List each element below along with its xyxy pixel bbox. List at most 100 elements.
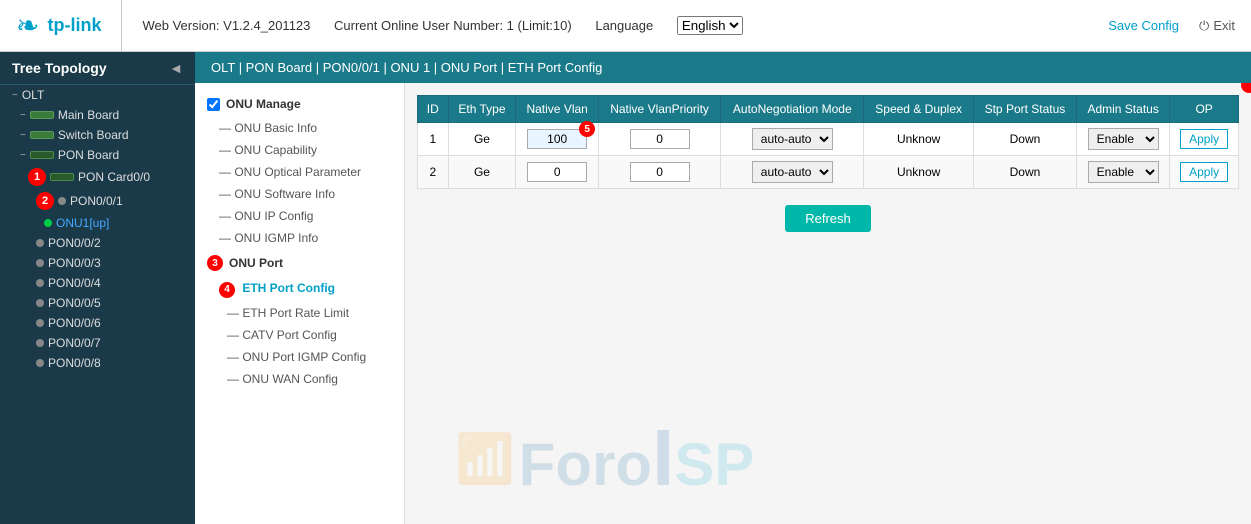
cell-eth-type-1: Ge [448, 123, 516, 156]
sidebar-item-poncard[interactable]: 1 PON Card0/0 [0, 165, 195, 189]
native-vlan-input-2[interactable] [527, 162, 587, 182]
dot-icon [36, 259, 44, 267]
nav-item-onu-capability[interactable]: — ONU Capability [195, 139, 404, 161]
expand-icon: − [20, 150, 26, 161]
nav-item-onu-ip[interactable]: — ONU IP Config [195, 205, 404, 227]
sidebar-title: Tree Topology ◄ [0, 52, 195, 85]
left-nav: ONU Manage — ONU Basic Info — ONU Capabi… [195, 83, 405, 524]
dot-icon [36, 339, 44, 347]
cell-op-2: Apply [1170, 156, 1239, 189]
col-id: ID [418, 96, 449, 123]
sidebar-item-mainboard[interactable]: − Main Board [0, 105, 195, 125]
sidebar-item-pon001[interactable]: 2 PON0/0/1 [0, 189, 195, 213]
native-vlan-input-1[interactable] [527, 129, 587, 149]
save-config-link[interactable]: Save Config [1108, 18, 1179, 33]
sidebar-item-pon007[interactable]: PON0/0/7 [0, 333, 195, 353]
language-select[interactable]: English [677, 16, 743, 35]
col-eth-type: Eth Type [448, 96, 516, 123]
main-layout: Tree Topology ◄ − OLT − Main Board − Swi… [0, 52, 1251, 524]
cell-stp-2: Down [973, 156, 1076, 189]
nav-item-onu-wan[interactable]: — ONU WAN Config [195, 368, 404, 390]
sidebar-item-pon003[interactable]: PON0/0/3 [0, 253, 195, 273]
badge-3: 3 [207, 255, 223, 271]
sidebar-item-pon008[interactable]: PON0/0/8 [0, 353, 195, 373]
logo-area: ❧ tp-link [16, 0, 122, 51]
nav-section-onu-manage: ONU Manage — ONU Basic Info — ONU Capabi… [195, 91, 404, 249]
nav-item-onu-igmp[interactable]: — ONU IGMP Info [195, 227, 404, 249]
col-admin-status: Admin Status [1077, 96, 1170, 123]
eth-port-table: ID Eth Type Native Vlan Native VlanPrior… [417, 95, 1239, 189]
admin-select-1[interactable]: Enable Disable [1088, 128, 1159, 150]
nav-section-header-onu-manage[interactable]: ONU Manage [195, 91, 404, 117]
apply-button-1[interactable]: Apply [1180, 129, 1228, 149]
cell-native-vlan-1: 5 [516, 123, 599, 156]
cell-id-1: 1 [418, 123, 449, 156]
col-native-vlan: Native Vlan [516, 96, 599, 123]
expand-icon: − [20, 130, 26, 141]
board-icon [30, 111, 54, 119]
cell-native-vlan-2 [516, 156, 599, 189]
dot-icon [36, 299, 44, 307]
auto-neg-select-1[interactable]: auto-auto 100-full 100-half 10-full 10-h… [752, 128, 833, 150]
nav-item-eth-port-config[interactable]: 4 ETH Port Config [195, 277, 404, 302]
nav-section-onu-port: 3 ONU Port 4 ETH Port Config — ETH Port … [195, 249, 404, 390]
dot-icon [36, 359, 44, 367]
sidebar-toggle-icon[interactable]: ◄ [169, 60, 183, 76]
sidebar: Tree Topology ◄ − OLT − Main Board − Swi… [0, 52, 195, 524]
cell-auto-neg-2: auto-auto 100-full 100-half 10-full 10-h… [721, 156, 864, 189]
sidebar-item-pon005[interactable]: PON0/0/5 [0, 293, 195, 313]
cell-admin-2: Enable Disable [1077, 156, 1170, 189]
nav-item-onu-software[interactable]: — ONU Software Info [195, 183, 404, 205]
col-native-vlan-priority: Native VlanPriority [599, 96, 721, 123]
cell-auto-neg-1: auto-auto 100-full 100-half 10-full 10-h… [721, 123, 864, 156]
cell-speed-1: Unknow [864, 123, 973, 156]
vlan-priority-input-1[interactable] [630, 129, 690, 149]
online-user: Current Online User Number: 1 (Limit:10) [334, 18, 572, 33]
sidebar-item-ponboard[interactable]: − PON Board [0, 145, 195, 165]
pon-board-icon [30, 151, 54, 159]
auto-neg-select-2[interactable]: auto-auto 100-full 100-half 10-full 10-h… [752, 161, 833, 183]
nav-section-checkbox[interactable] [207, 98, 220, 111]
sidebar-item-pon004[interactable]: PON0/0/4 [0, 273, 195, 293]
nav-item-catv-port[interactable]: — CATV Port Config [195, 324, 404, 346]
sidebar-item-pon002[interactable]: PON0/0/2 [0, 233, 195, 253]
dot-green-icon [44, 219, 52, 227]
dot-icon [36, 319, 44, 327]
sidebar-item-switchboard[interactable]: − Switch Board [0, 125, 195, 145]
refresh-button[interactable]: Refresh [785, 205, 871, 232]
pon-card-icon [50, 173, 74, 181]
sidebar-item-onu1[interactable]: ONU1[up] [0, 213, 195, 233]
exit-button[interactable]: ⏻ Exit [1199, 18, 1235, 34]
cell-id-2: 2 [418, 156, 449, 189]
dot-icon [36, 279, 44, 287]
cell-vlan-priority-1 [599, 123, 721, 156]
col-auto-neg: AutoNegotiation Mode [721, 96, 864, 123]
language-label: Language [595, 18, 653, 33]
cell-eth-type-2: Ge [448, 156, 516, 189]
logo-text: tp-link [47, 15, 101, 36]
expand-icon: − [20, 110, 26, 121]
watermark-text: ForoISP [519, 412, 755, 504]
admin-select-2[interactable]: Enable Disable [1088, 161, 1159, 183]
nav-item-port-igmp[interactable]: — ONU Port IGMP Config [195, 346, 404, 368]
badge-4: 4 [219, 282, 235, 298]
content-body: ONU Manage — ONU Basic Info — ONU Capabi… [195, 83, 1251, 524]
sidebar-item-olt[interactable]: − OLT [0, 85, 195, 105]
nav-section-header-onu-port[interactable]: 3 ONU Port [195, 249, 404, 277]
apply-button-2[interactable]: Apply [1180, 162, 1228, 182]
nav-item-onu-basic-info[interactable]: — ONU Basic Info [195, 117, 404, 139]
vlan-priority-input-2[interactable] [630, 162, 690, 182]
cell-stp-1: Down [973, 123, 1076, 156]
sidebar-item-pon006[interactable]: PON0/0/6 [0, 313, 195, 333]
cell-admin-1: Enable Disable [1077, 123, 1170, 156]
content-area: OLT | PON Board | PON0/0/1 | ONU 1 | ONU… [195, 52, 1251, 524]
wifi-icon: 📶 [455, 430, 515, 487]
header: ❧ tp-link Web Version: V1.2.4_201123 Cur… [0, 0, 1251, 52]
col-op: OP [1170, 96, 1239, 123]
badge-5: 5 [579, 121, 595, 137]
dot-icon [58, 197, 66, 205]
cell-op-1: Apply [1170, 123, 1239, 156]
nav-item-onu-optical[interactable]: — ONU Optical Parameter [195, 161, 404, 183]
badge-2: 2 [36, 192, 54, 210]
nav-item-eth-rate-limit[interactable]: — ETH Port Rate Limit [195, 302, 404, 324]
